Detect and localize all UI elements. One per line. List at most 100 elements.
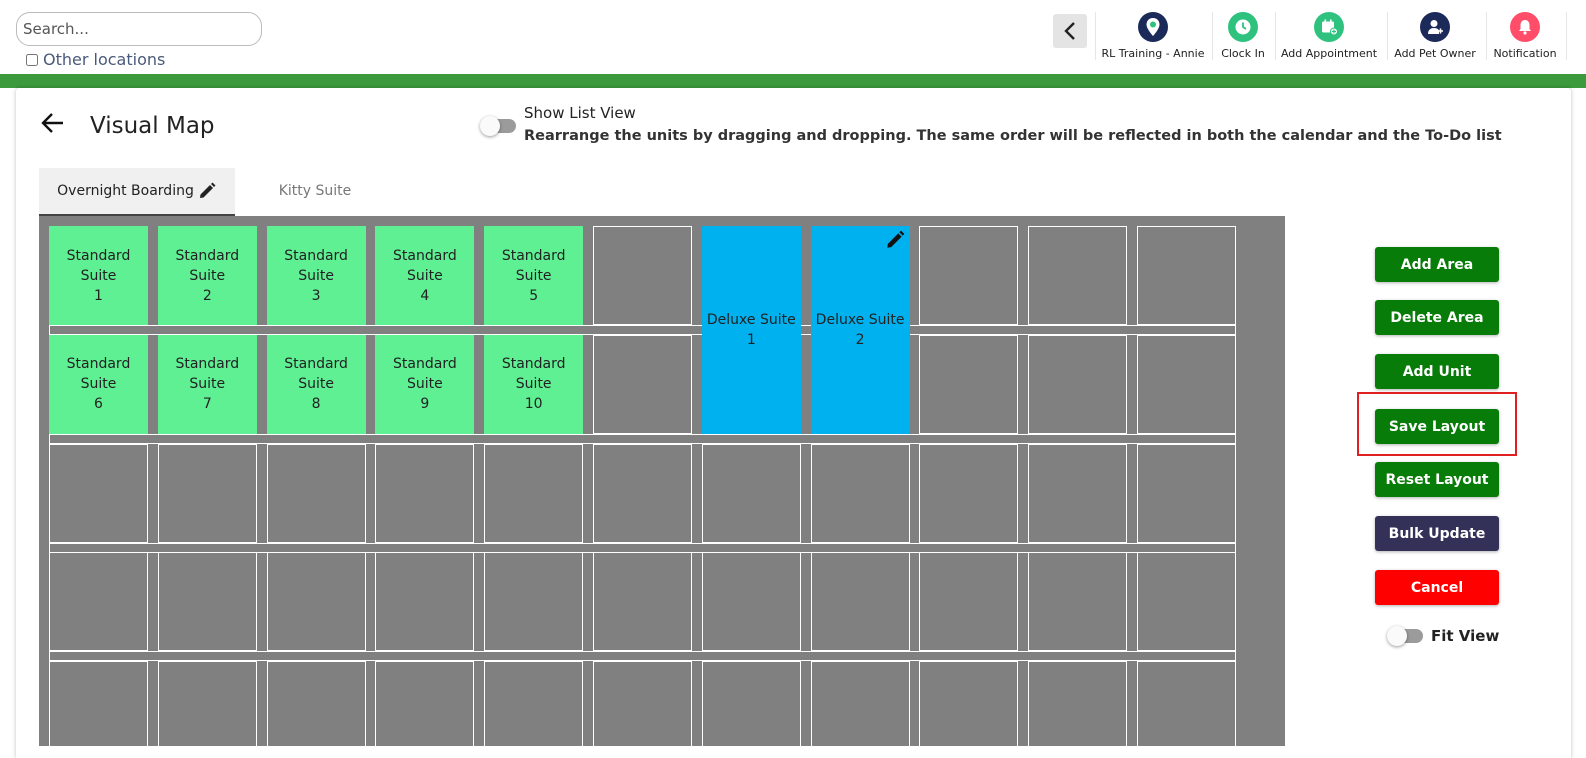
other-locations-checkbox[interactable] xyxy=(26,53,38,66)
map-grid-cell[interactable] xyxy=(157,661,257,746)
map-grid-cell[interactable] xyxy=(593,334,692,434)
location-label: RL Training - Annie xyxy=(1101,47,1205,60)
toolbar-divider xyxy=(1095,12,1096,60)
map-grid-cell[interactable] xyxy=(593,552,692,652)
fit-view-label: Fit View xyxy=(1431,627,1500,645)
map-grid-cell[interactable] xyxy=(701,552,801,652)
show-list-view-label: Show List View xyxy=(524,104,636,122)
map-grid-cell[interactable] xyxy=(919,661,1019,746)
standard-suite-unit[interactable]: Standard Suite 7 xyxy=(157,334,257,434)
map-grid-cell[interactable] xyxy=(1137,443,1236,543)
toolbar-divider xyxy=(1275,12,1276,60)
standard-suite-unit[interactable]: Standard Suite 2 xyxy=(157,226,257,325)
user-add-icon xyxy=(1420,12,1450,42)
map-grid-cell[interactable] xyxy=(593,443,692,543)
collapse-button[interactable] xyxy=(1053,14,1087,48)
fit-view-toggle[interactable] xyxy=(1387,626,1423,646)
map-grid-cell[interactable] xyxy=(484,661,584,746)
map-grid-cell[interactable] xyxy=(810,661,910,746)
map-grid-cell[interactable] xyxy=(919,443,1019,543)
notification-label: Notification xyxy=(1493,47,1557,60)
map-grid-cell[interactable] xyxy=(593,226,692,325)
map-grid-cell[interactable] xyxy=(49,552,148,652)
toolbar-divider xyxy=(1212,12,1213,60)
map-grid-cell[interactable] xyxy=(157,443,257,543)
map-grid-cell[interactable] xyxy=(593,661,692,746)
reset-layout-button[interactable]: Reset Layout xyxy=(1375,462,1499,497)
map-grid-cell[interactable] xyxy=(1028,334,1128,434)
toggle-knob xyxy=(480,116,500,136)
header-accent-bar xyxy=(0,74,1586,88)
map-grid-cell[interactable] xyxy=(375,552,475,652)
add-appointment-button[interactable]: Add Appointment xyxy=(1281,12,1377,62)
map-grid-cell[interactable] xyxy=(810,443,910,543)
map-grid-cell[interactable] xyxy=(919,334,1019,434)
other-locations-label: Other locations xyxy=(43,50,166,69)
add-pet-owner-button[interactable]: Add Pet Owner xyxy=(1394,12,1476,62)
chevron-left-icon xyxy=(1064,22,1075,40)
tab-kitty-suite[interactable]: Kitty Suite xyxy=(235,168,395,214)
add-unit-button[interactable]: Add Unit xyxy=(1375,354,1499,389)
map-grid-cell[interactable] xyxy=(266,552,366,652)
standard-suite-unit[interactable]: Standard Suite 3 xyxy=(266,226,366,325)
rearrange-hint: Rearrange the units by dragging and drop… xyxy=(524,128,1502,144)
standard-suite-unit[interactable]: Standard Suite 8 xyxy=(266,334,366,434)
page-title: Visual Map xyxy=(90,113,215,139)
pencil-icon[interactable] xyxy=(197,181,217,201)
show-list-view-toggle[interactable] xyxy=(480,116,516,136)
standard-suite-unit[interactable]: Standard Suite 10 xyxy=(484,334,584,434)
map-row-gap xyxy=(49,651,1236,662)
location-selector[interactable]: RL Training - Annie xyxy=(1101,12,1205,62)
map-row-gap xyxy=(49,433,1236,444)
map-grid-cell[interactable] xyxy=(49,661,148,746)
map-grid-cell[interactable] xyxy=(1028,226,1128,325)
toolbar-divider xyxy=(1387,12,1388,60)
tab-overnight-boarding[interactable]: Overnight Boarding xyxy=(39,168,235,216)
standard-suite-unit[interactable]: Standard Suite 4 xyxy=(375,226,475,325)
back-arrow-icon[interactable] xyxy=(40,110,66,136)
bell-icon xyxy=(1510,12,1540,42)
map-grid-cell[interactable] xyxy=(1137,334,1236,434)
other-locations-checkbox-row[interactable]: Other locations xyxy=(26,50,165,69)
map-grid-cell[interactable] xyxy=(157,552,257,652)
map-grid-cell[interactable] xyxy=(1137,226,1236,325)
map-grid-cell[interactable] xyxy=(266,661,366,746)
map-grid-cell[interactable] xyxy=(1028,661,1128,746)
map-grid-cell[interactable] xyxy=(1137,552,1236,652)
tab-label: Kitty Suite xyxy=(278,183,352,199)
map-grid-cell[interactable] xyxy=(375,661,475,746)
notification-button[interactable]: Notification xyxy=(1493,12,1557,62)
cancel-button[interactable]: Cancel xyxy=(1375,570,1499,605)
map-grid-cell[interactable] xyxy=(919,552,1019,652)
map-grid-cell[interactable] xyxy=(375,443,475,543)
standard-suite-unit[interactable]: Standard Suite 6 xyxy=(49,334,148,434)
map-row-gap xyxy=(49,325,1236,335)
top-bar: Other locations RL Training - Annie Cloc… xyxy=(0,0,1586,76)
map-grid-cell[interactable] xyxy=(1028,552,1128,652)
clock-in-button[interactable]: Clock In xyxy=(1218,12,1268,62)
map-grid-cell[interactable] xyxy=(1137,661,1236,746)
map-grid-cell[interactable] xyxy=(266,443,366,543)
calendar-add-icon xyxy=(1314,12,1344,42)
delete-area-button[interactable]: Delete Area xyxy=(1375,300,1499,335)
bulk-update-button[interactable]: Bulk Update xyxy=(1375,516,1499,551)
map-grid-cell[interactable] xyxy=(1028,443,1128,543)
standard-suite-unit[interactable]: Standard Suite 9 xyxy=(375,334,475,434)
map-grid-cell[interactable] xyxy=(701,661,801,746)
map-grid-cell[interactable] xyxy=(484,552,584,652)
standard-suite-unit[interactable]: Standard Suite 1 xyxy=(49,226,148,325)
visual-map-canvas[interactable]: Standard Suite 1 Standard Suite 2 Standard… xyxy=(39,216,1285,746)
standard-suite-unit[interactable]: Standard Suite 5 xyxy=(484,226,584,325)
add-pet-owner-label: Add Pet Owner xyxy=(1394,47,1476,60)
map-grid-cell[interactable] xyxy=(49,443,148,543)
map-grid-cell[interactable] xyxy=(810,552,910,652)
save-layout-button[interactable]: Save Layout xyxy=(1375,409,1499,444)
map-grid-cell[interactable] xyxy=(701,443,801,543)
deluxe-suite-unit[interactable]: Deluxe Suite 1 xyxy=(701,226,801,434)
add-area-button[interactable]: Add Area xyxy=(1375,247,1499,282)
map-grid-cell[interactable] xyxy=(919,226,1019,325)
deluxe-suite-unit[interactable]: Deluxe Suite 2 xyxy=(810,226,910,434)
edit-unit-pencil-icon[interactable] xyxy=(884,229,906,251)
search-input[interactable] xyxy=(16,12,262,46)
map-grid-cell[interactable] xyxy=(484,443,584,543)
